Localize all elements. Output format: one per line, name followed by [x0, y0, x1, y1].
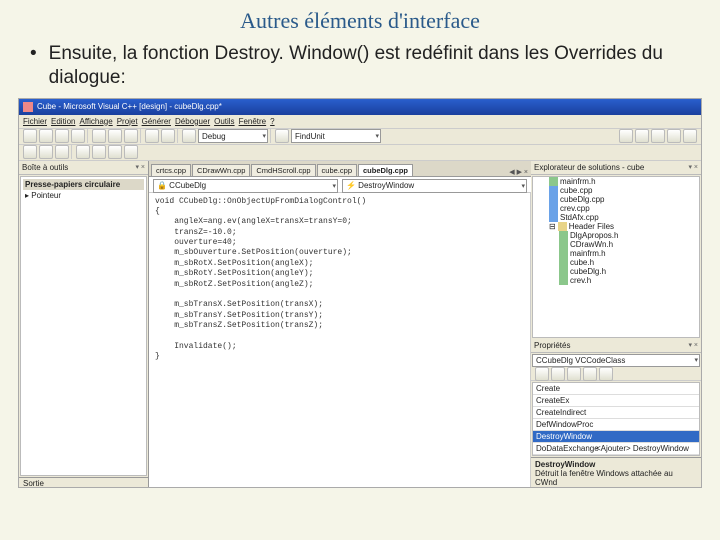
menu-file[interactable]: Fichier [23, 117, 47, 126]
app-icon [23, 102, 33, 112]
toolbox-pointer[interactable]: ▸ Pointeur [23, 190, 144, 201]
toolbox-header[interactable]: Boîte à outils [19, 161, 148, 175]
window-titlebar: Cube - Microsoft Visual C++ [design] - c… [19, 99, 701, 115]
props-object-dropdown[interactable]: CCubeDlg VCCodeClass [532, 354, 700, 367]
tb2-2[interactable] [39, 145, 53, 159]
new-button[interactable] [23, 129, 37, 143]
tab-cube[interactable]: cube.cpp [317, 164, 357, 176]
tb-icon-1[interactable] [619, 129, 633, 143]
find-dropdown[interactable]: FindUnit [291, 129, 381, 143]
tb-icon-5[interactable] [683, 129, 697, 143]
ide-screenshot: Cube - Microsoft Visual C++ [design] - c… [18, 98, 702, 488]
properties-header[interactable]: Propriétés [531, 339, 701, 353]
redo-button[interactable] [161, 129, 175, 143]
save-button[interactable] [55, 129, 69, 143]
editor-pane: crtcs.cpp CDrawWn.cpp CmdHScroll.cpp cub… [149, 161, 531, 488]
slide-title: Autres éléments d'interface [0, 0, 720, 34]
menu-edit[interactable]: Edition [51, 117, 75, 126]
cut-button[interactable] [92, 129, 106, 143]
props-az-icon[interactable] [551, 367, 565, 381]
paste-button[interactable] [124, 129, 138, 143]
tb2-1[interactable] [23, 145, 37, 159]
props-cat-icon[interactable] [535, 367, 549, 381]
open-button[interactable] [39, 129, 53, 143]
tab-cubedlg[interactable]: cubeDlg.cpp [358, 164, 413, 176]
tb2-6[interactable] [108, 145, 122, 159]
props-row-destroywindow[interactable]: DestroyWindow [533, 431, 699, 443]
props-overrides-icon[interactable] [599, 367, 613, 381]
find-in-files-button[interactable] [275, 129, 289, 143]
tb-icon-3[interactable] [651, 129, 665, 143]
properties-grid[interactable]: Create CreateEx CreateIndirect DefWindow… [532, 382, 700, 456]
tb2-4[interactable] [76, 145, 90, 159]
toolbox-group[interactable]: Presse-papiers circulaire [23, 179, 144, 190]
code-editor[interactable]: void CCubeDlg::OnObjectUpFromDialogContr… [149, 193, 531, 488]
run-button[interactable] [182, 129, 196, 143]
menu-build[interactable]: Générer [142, 117, 171, 126]
output-tab[interactable]: Sortie [19, 477, 148, 488]
config-dropdown[interactable]: Debug [198, 129, 268, 143]
menu-project[interactable]: Projet [117, 117, 138, 126]
menu-view[interactable]: Affichage [79, 117, 112, 126]
menu-help[interactable]: ? [270, 117, 274, 126]
tb-icon-4[interactable] [667, 129, 681, 143]
props-msg-icon[interactable] [583, 367, 597, 381]
toolbar-main: Debug FindUnit [19, 129, 701, 145]
tab-cmdhscroll[interactable]: CmdHScroll.cpp [251, 164, 315, 176]
props-events-icon[interactable] [567, 367, 581, 381]
tb-icon-2[interactable] [635, 129, 649, 143]
tab-cdrawwn[interactable]: CDrawWn.cpp [192, 164, 250, 176]
tb2-5[interactable] [92, 145, 106, 159]
editor-tabs: crtcs.cpp CDrawWn.cpp CmdHScroll.cpp cub… [149, 161, 531, 177]
save-all-button[interactable] [71, 129, 85, 143]
menu-tools[interactable]: Outils [214, 117, 234, 126]
solution-explorer[interactable]: mainfrm.h cube.cpp cubeDlg.cpp crev.cpp … [532, 176, 700, 338]
menu-debug[interactable]: Déboguer [175, 117, 210, 126]
copy-button[interactable] [108, 129, 122, 143]
tb2-7[interactable] [124, 145, 138, 159]
class-dropdown[interactable]: 🔒 CCubeDlg [153, 179, 338, 193]
slide-bullet: Ensuite, la fonction Destroy. Window() e… [30, 42, 700, 90]
tb2-3[interactable] [55, 145, 69, 159]
undo-button[interactable] [145, 129, 159, 143]
solution-explorer-header[interactable]: Explorateur de solutions - cube [531, 161, 701, 175]
method-dropdown[interactable]: ⚡ DestroyWindow [342, 179, 527, 193]
properties-description: DestroyWindow Détruit la fenêtre Windows… [531, 457, 701, 488]
toolbar-secondary [19, 145, 701, 161]
menubar[interactable]: Fichier Edition Affichage Projet Générer… [19, 115, 701, 129]
tab-crtcs[interactable]: crtcs.cpp [151, 164, 191, 176]
toolbox-pane: Boîte à outils Presse-papiers circulaire… [19, 161, 149, 488]
menu-window[interactable]: Fenêtre [239, 117, 267, 126]
